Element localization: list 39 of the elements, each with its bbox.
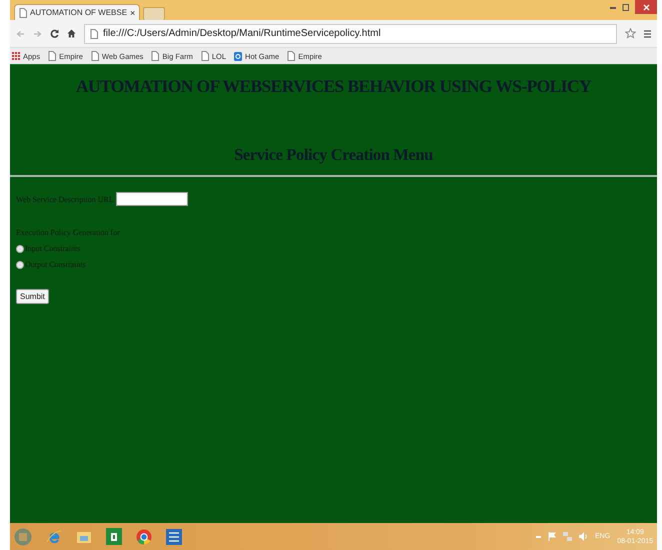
page-icon xyxy=(48,51,56,61)
page-icon xyxy=(90,28,98,38)
minimize-icon[interactable] xyxy=(610,6,616,8)
menu-icon[interactable] xyxy=(644,30,651,38)
page-icon xyxy=(151,51,160,61)
restore-icon[interactable] xyxy=(622,4,629,10)
radio-button[interactable] xyxy=(16,244,24,252)
tab-title: AUTOMATION OF WEBSE xyxy=(30,8,128,17)
url-input-field[interactable] xyxy=(116,192,188,206)
browser-e-icon[interactable] xyxy=(46,528,62,544)
url-label: Web Service Description URL xyxy=(16,194,114,204)
url-text: file:///C:/Users/Admin/Desktop/Mani/RuntimeServicepolicy.html xyxy=(103,28,381,39)
address-bar[interactable]: file:///C:/Users/Admin/Desktop/Mani/RuntimeServicepolicy.html xyxy=(84,24,617,44)
close-window-icon[interactable] xyxy=(635,0,657,14)
forward-icon[interactable] xyxy=(33,30,42,38)
radio-button[interactable] xyxy=(16,260,24,268)
tab-close-button[interactable]: × xyxy=(130,8,136,18)
page-title: AUTOMATION OF WEBSERVICES BEHAVIOR USING WS-POLICY xyxy=(74,75,592,97)
apps-grid-icon xyxy=(12,52,20,60)
page-subtitle: Service Policy Creation Menu xyxy=(233,145,434,165)
flag-icon[interactable] xyxy=(548,532,556,541)
page-icon xyxy=(90,51,99,61)
chrome-circle-icon[interactable] xyxy=(136,528,152,544)
reload-icon[interactable] xyxy=(50,29,59,38)
site-icon xyxy=(234,52,242,60)
section-label: Execution Policy Generation for xyxy=(16,228,121,237)
submit-button[interactable]: Sumbit xyxy=(16,289,49,304)
page-icon xyxy=(200,51,209,61)
start-orb-icon[interactable] xyxy=(14,528,32,546)
back-icon[interactable] xyxy=(16,30,25,38)
new-tab-button[interactable] xyxy=(143,7,166,20)
home-icon[interactable] xyxy=(67,29,76,38)
page-icon xyxy=(287,51,296,61)
page-icon xyxy=(19,8,27,18)
option-label: Input Constraints xyxy=(25,244,80,253)
option-label: Output Constraints xyxy=(25,260,86,269)
star-icon[interactable] xyxy=(625,28,636,39)
speaker-icon[interactable] xyxy=(579,532,588,541)
browser-tab[interactable]: AUTOMATION OF WEBSE × xyxy=(14,4,140,20)
